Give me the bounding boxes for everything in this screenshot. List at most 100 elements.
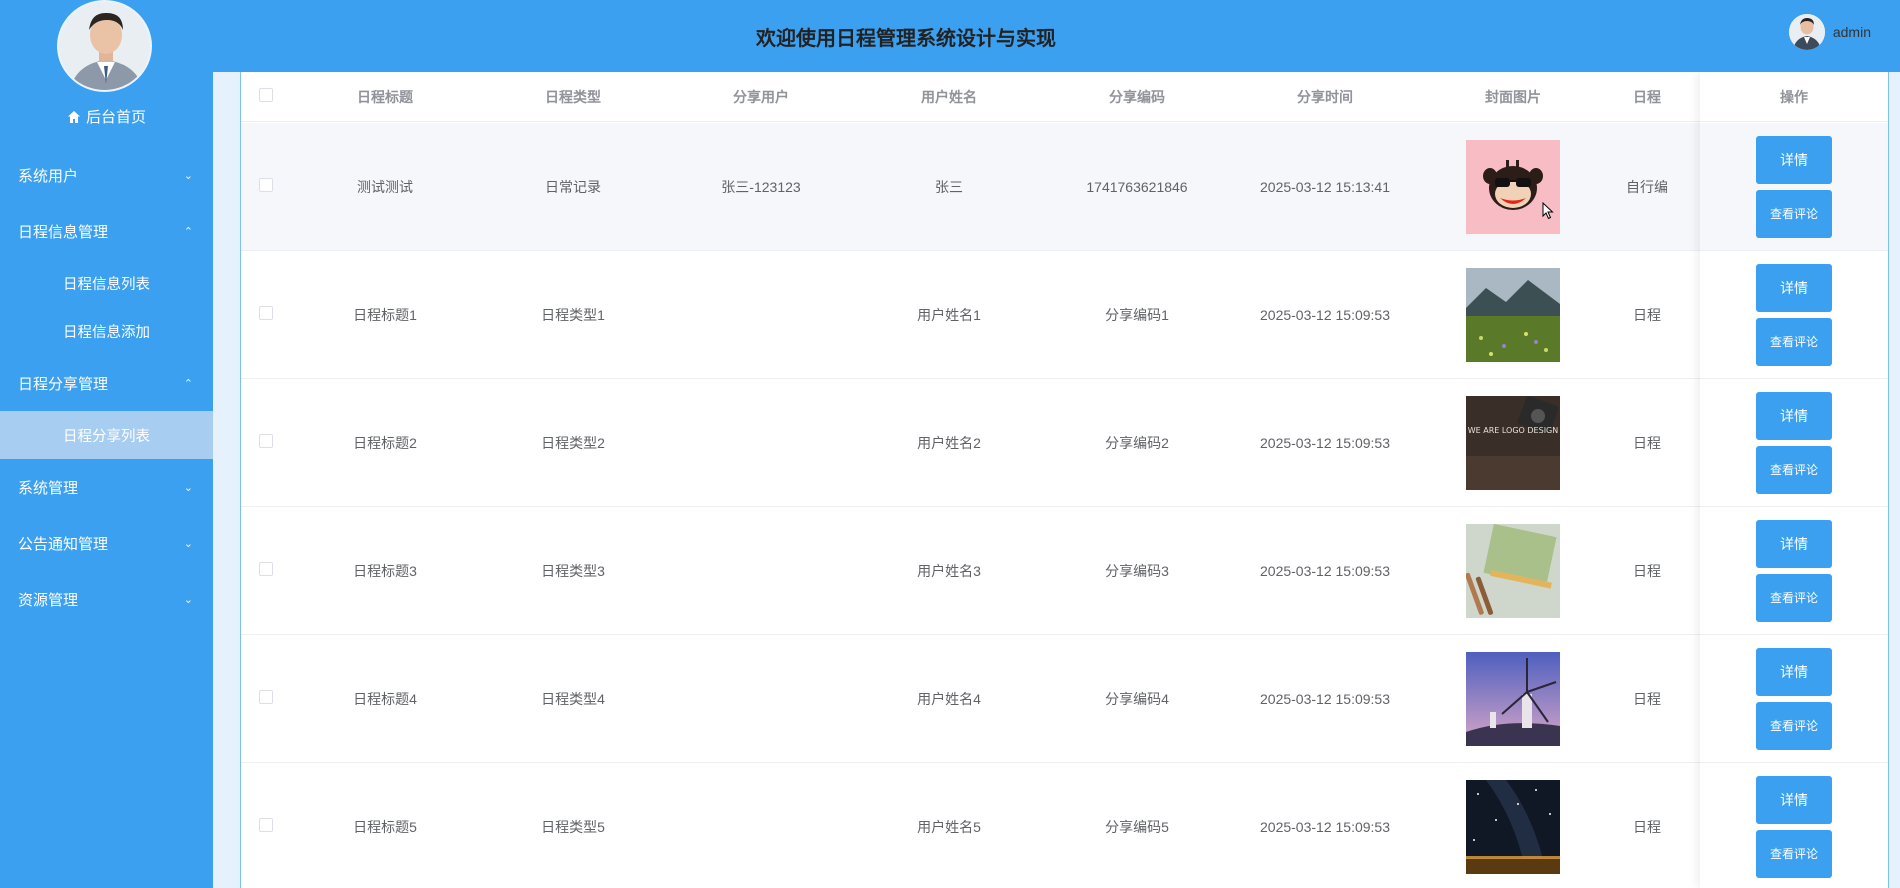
- submenu-label: 日程信息列表: [63, 276, 150, 293]
- cell-cover: WE ARE LOGO DESIGN: [1419, 395, 1607, 490]
- cell-share-time: 2025-03-12 15:13:41: [1260, 178, 1390, 195]
- operations-column: 操作 详情 查看评论 详情 查看评论 详情 查看评论 详情 查看评论 详情 查看…: [1700, 72, 1888, 888]
- detail-button[interactable]: 详情: [1756, 391, 1832, 440]
- menu-resources[interactable]: 资源管理 ⌄: [0, 571, 213, 627]
- cell-user-name: 用户姓名1: [917, 306, 981, 323]
- column-header[interactable]: 日程: [1607, 87, 1687, 107]
- column-header[interactable]: 分享用户: [667, 87, 855, 107]
- detail-button[interactable]: 详情: [1756, 647, 1832, 696]
- cell-title: 日程标题2: [353, 434, 417, 451]
- column-header[interactable]: 分享编码: [1043, 87, 1231, 107]
- menu-notice[interactable]: 公告通知管理 ⌄: [0, 515, 213, 571]
- cell-type: 日程类型2: [541, 434, 605, 451]
- select-all-checkbox[interactable]: [259, 88, 273, 102]
- table-row[interactable]: 日程标题1 日程类型1 用户姓名1 分享编码1 2025-03-12 15:09…: [241, 251, 1888, 379]
- row-checkbox[interactable]: [259, 434, 273, 448]
- home-link-label: 后台首页: [85, 109, 146, 126]
- view-comments-button[interactable]: 查看评论: [1756, 189, 1832, 238]
- column-header[interactable]: 用户姓名: [855, 87, 1043, 107]
- cell-title: 日程标题4: [353, 690, 417, 707]
- cover-image[interactable]: [1466, 651, 1560, 746]
- row-select-cell: [241, 690, 291, 707]
- view-comments-button[interactable]: 查看评论: [1756, 317, 1832, 366]
- row-checkbox[interactable]: [259, 562, 273, 576]
- username: admin: [1832, 24, 1871, 40]
- menu-system-manage[interactable]: 系统管理 ⌄: [0, 459, 213, 515]
- cell-share-code: 分享编码3: [1105, 562, 1169, 579]
- view-comments-button[interactable]: 查看评论: [1756, 701, 1832, 750]
- detail-button[interactable]: 详情: [1756, 519, 1832, 568]
- row-checkbox[interactable]: [259, 178, 273, 192]
- sidebar: 后台首页 系统用户 ⌄ 日程信息管理 ⌃ 日程信息列表 日程信息添加 日程分享管…: [0, 0, 213, 888]
- submenu-schedule-add[interactable]: 日程信息添加: [0, 307, 213, 355]
- row-actions: 详情 查看评论: [1700, 379, 1888, 507]
- user-menu[interactable]: admin: [1788, 14, 1871, 50]
- chevron-up-icon: ⌃: [183, 377, 193, 390]
- table-row[interactable]: 日程标题2 日程类型2 用户姓名2 分享编码2 2025-03-12 15:09…: [241, 379, 1888, 507]
- table-row[interactable]: 测试测试 日常记录 张三-123123 张三 1741763621846 202…: [241, 123, 1888, 251]
- menu-schedule-info[interactable]: 日程信息管理 ⌃: [0, 203, 213, 259]
- menu-label: 系统管理: [18, 479, 79, 497]
- submenu-schedule-list[interactable]: 日程信息列表: [0, 259, 213, 307]
- submenu-share-list[interactable]: 日程分享列表: [0, 411, 213, 459]
- cell-type: 日程类型3: [541, 562, 605, 579]
- view-comments-button[interactable]: 查看评论: [1756, 573, 1832, 622]
- table-row[interactable]: 日程标题3 日程类型3 用户姓名3 分享编码3 2025-03-12 15:09…: [241, 507, 1888, 635]
- row-checkbox[interactable]: [259, 818, 273, 832]
- menu-system-users[interactable]: 系统用户 ⌄: [0, 147, 213, 203]
- cell-type: 日程类型1: [541, 306, 605, 323]
- user-avatar: [1788, 14, 1825, 50]
- cell-share-code: 分享编码5: [1105, 818, 1169, 835]
- menu-label: 公告通知管理: [18, 535, 109, 553]
- cell-user-name: 用户姓名4: [917, 690, 981, 707]
- cell-user-name: 用户姓名2: [917, 434, 981, 451]
- cell-cover: [1419, 523, 1607, 618]
- thumb-caption: WE ARE LOGO DESIGN: [1468, 426, 1558, 435]
- menu-label: 日程信息管理: [18, 223, 109, 241]
- row-select-cell: [241, 434, 291, 451]
- cover-image[interactable]: WE ARE LOGO DESIGN: [1466, 395, 1560, 490]
- menu-label: 系统用户: [18, 167, 79, 185]
- row-actions: 详情 查看评论: [1700, 763, 1888, 888]
- column-header[interactable]: 封面图片: [1419, 87, 1607, 107]
- row-select-cell: [241, 306, 291, 323]
- cover-image[interactable]: [1466, 267, 1560, 362]
- cell-schedule: 日程: [1633, 434, 1661, 451]
- chevron-up-icon: ⌃: [183, 225, 193, 238]
- row-checkbox[interactable]: [259, 306, 273, 320]
- cell-title: 日程标题3: [353, 562, 417, 579]
- cell-share-code: 分享编码2: [1105, 434, 1169, 451]
- cover-image[interactable]: [1466, 779, 1560, 874]
- home-icon: [67, 110, 81, 128]
- column-header: 操作: [1700, 72, 1888, 122]
- detail-button[interactable]: 详情: [1756, 135, 1832, 184]
- sidebar-menu: 系统用户 ⌄ 日程信息管理 ⌃ 日程信息列表 日程信息添加 日程分享管理 ⌃ 日…: [0, 147, 213, 627]
- menu-label: 日程分享管理: [18, 375, 109, 393]
- view-comments-button[interactable]: 查看评论: [1756, 445, 1832, 494]
- row-select-cell: [241, 562, 291, 579]
- view-comments-button[interactable]: 查看评论: [1756, 829, 1832, 878]
- submenu-label: 日程分享列表: [63, 428, 150, 445]
- chevron-down-icon: ⌄: [183, 593, 193, 606]
- row-checkbox[interactable]: [259, 690, 273, 704]
- detail-button[interactable]: 详情: [1756, 775, 1832, 824]
- chevron-down-icon: ⌄: [183, 169, 193, 182]
- table-row[interactable]: 日程标题5 日程类型5 用户姓名5 分享编码5 2025-03-12 15:09…: [241, 763, 1888, 888]
- cell-title: 测试测试: [357, 178, 413, 195]
- cell-cover: [1419, 267, 1607, 362]
- menu-schedule-share[interactable]: 日程分享管理 ⌃: [0, 355, 213, 411]
- detail-button[interactable]: 详情: [1756, 263, 1832, 312]
- home-link[interactable]: 后台首页: [0, 106, 213, 128]
- column-header[interactable]: 日程类型: [479, 87, 667, 107]
- cell-type: 日常记录: [545, 178, 601, 195]
- cell-title: 日程标题1: [353, 306, 417, 323]
- row-actions: 详情 查看评论: [1700, 507, 1888, 635]
- cell-user-name: 张三: [935, 178, 963, 195]
- page-title: 欢迎使用日程管理系统设计与实现: [756, 27, 1056, 50]
- column-header[interactable]: 分享时间: [1231, 87, 1419, 107]
- table-row[interactable]: 日程标题4 日程类型4 用户姓名4 分享编码4 2025-03-12 15:09…: [241, 635, 1888, 763]
- column-header[interactable]: 日程标题: [291, 87, 479, 107]
- menu-label: 资源管理: [18, 591, 79, 609]
- row-select-cell: [241, 178, 291, 195]
- cover-image[interactable]: [1466, 523, 1560, 618]
